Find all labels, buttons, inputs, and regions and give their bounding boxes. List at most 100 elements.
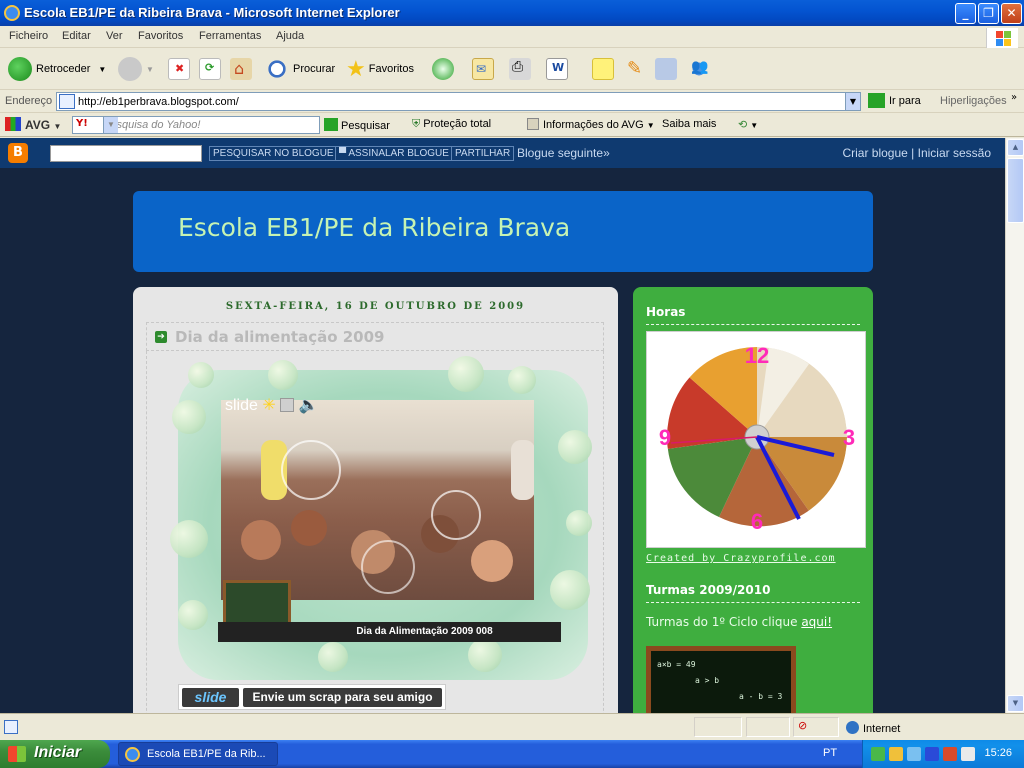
back-label: Retroceder (36, 63, 91, 75)
stop-button[interactable]: ✖ (168, 58, 190, 80)
clock-time[interactable]: 15:26 (984, 747, 1012, 759)
system-tray: 15:26 (862, 740, 1024, 768)
search-button[interactable]: Procurar (265, 55, 335, 83)
protection-button[interactable]: ⛨ Proteção total (412, 118, 491, 131)
messenger-button[interactable]: 👥 (688, 58, 710, 80)
flag-blog-button[interactable]: ▀ ASSINALAR BLOGUE (335, 146, 453, 161)
search-blog-button[interactable]: PESQUISAR NO BLOGUE (209, 146, 338, 161)
create-blog-link[interactable]: Criar blogue (842, 146, 907, 160)
language-indicator[interactable]: PT (823, 747, 837, 759)
post-title[interactable]: Dia da alimentação 2009 (175, 328, 385, 346)
menu-favorites[interactable]: Favoritos (138, 30, 183, 42)
bubble-decoration (448, 356, 484, 392)
tray-avg-icon[interactable] (889, 747, 903, 761)
avg-extra-button[interactable]: ⟲ ▼ (738, 118, 758, 131)
start-button[interactable]: Iniciar (0, 740, 110, 768)
chalkboard-image[interactable]: a×b = 49 a > b a - b = 3 (646, 646, 796, 713)
slide-photo[interactable] (221, 400, 534, 600)
scroll-thumb[interactable] (1007, 158, 1024, 223)
menu-view[interactable]: Ver (106, 30, 123, 42)
back-button[interactable]: Retroceder ▼ (8, 55, 106, 83)
history-button[interactable] (432, 58, 454, 80)
page-icon (59, 94, 75, 109)
address-field[interactable]: http://eb1perbrava.blogspot.com/ ▼ (56, 92, 861, 111)
scrap-widget: slide Envie um scrap para seu amigo (178, 684, 446, 710)
task-label: Escola EB1/PE da Rib... (147, 748, 266, 760)
forward-arrow-icon (118, 57, 142, 81)
search-go-icon (324, 118, 338, 131)
address-label: Endereço (5, 95, 53, 107)
yahoo-dropdown-icon[interactable]: ▼ (103, 117, 118, 133)
address-url[interactable]: http://eb1perbrava.blogspot.com/ (78, 96, 239, 108)
menu-tools[interactable]: Ferramentas (199, 30, 261, 42)
learn-more-link[interactable]: Saiba mais (662, 118, 716, 130)
sign-in-link[interactable]: Iniciar sessão (918, 146, 991, 160)
avg-menu[interactable]: AVG ▼ (5, 117, 61, 132)
slideshow-widget[interactable]: slide ✳ 🔈 Dia da Alimentação 2009 008 (170, 356, 592, 680)
share-button[interactable]: PARTILHAR (451, 146, 515, 161)
send-scrap-button[interactable]: Envie um scrap para seu amigo (243, 688, 442, 707)
minimize-button[interactable]: _ (955, 3, 976, 24)
go-button[interactable]: Ir para (868, 93, 921, 108)
menu-help[interactable]: Ajuda (276, 30, 304, 42)
edit-pen-button[interactable]: ✎ (624, 58, 646, 80)
post-date: SEXTA-FEIRA, 16 DE OUTUBRO DE 2009 (225, 301, 526, 312)
favorites-button[interactable]: ★ Favoritos (346, 55, 414, 83)
close-button[interactable]: ✕ (1001, 3, 1022, 24)
mail-button[interactable]: ✉ (472, 58, 494, 80)
yahoo-search-button[interactable]: Pesquisar (324, 118, 390, 132)
forward-button[interactable]: ▼ (118, 55, 154, 83)
bubble-decoration (178, 600, 208, 630)
refresh-button[interactable]: ⟳ (199, 58, 221, 80)
messenger-icon: 👥 (691, 59, 709, 75)
home-button[interactable]: ⌂ (230, 58, 252, 80)
clock-widget[interactable]: 12 3 6 9 (646, 331, 866, 548)
blog-search-input[interactable] (50, 145, 202, 162)
scroll-down-icon[interactable]: ▼ (1007, 695, 1024, 712)
tray-msn-icon[interactable] (907, 747, 921, 761)
research-button[interactable] (655, 58, 677, 80)
notes-button[interactable] (592, 58, 614, 80)
address-dropdown-icon[interactable]: ▼ (845, 93, 860, 110)
tray-shield-icon[interactable] (943, 747, 957, 761)
links-toolbar[interactable]: Hiperligações (940, 95, 1007, 107)
taskbar-ie-window[interactable]: Escola EB1/PE da Rib... (118, 742, 278, 766)
user-icon[interactable] (280, 398, 295, 412)
chalk-line: a×b = 49 (657, 660, 696, 669)
tray-star-icon[interactable] (925, 747, 939, 761)
slide-brand[interactable]: slide ✳ 🔈 (225, 395, 319, 415)
bubble-decoration (268, 360, 298, 390)
blogger-icon[interactable] (8, 143, 28, 163)
menu-file[interactable]: Ficheiro (9, 30, 48, 42)
tray-network-icon[interactable] (871, 747, 885, 761)
maximize-button[interactable]: ❐ (978, 3, 999, 24)
avg-info-button[interactable]: Informações do AVG ▼ (527, 118, 655, 131)
word-button[interactable]: W (546, 58, 568, 80)
security-zone[interactable]: Internet (846, 721, 900, 735)
ie-window: Escola EB1/PE da Ribeira Brava - Microso… (0, 0, 1024, 740)
created-by-link[interactable]: Created by Crazyprofile.com (646, 553, 836, 564)
menu-edit[interactable]: Editar (62, 30, 91, 42)
classes-link[interactable]: aqui! (801, 615, 832, 629)
tray-volume-icon[interactable] (961, 747, 975, 761)
main-column: SEXTA-FEIRA, 16 DE OUTUBRO DE 2009 ➔ Dia… (133, 287, 618, 713)
post-title-box: ➔ Dia da alimentação 2009 (146, 322, 604, 351)
mail-icon: ✉ (476, 62, 487, 76)
title-bar: Escola EB1/PE da Ribeira Brava - Microso… (0, 0, 1024, 26)
print-button[interactable]: ⎙ (509, 58, 531, 80)
scroll-up-icon[interactable]: ▲ (1007, 139, 1024, 156)
bubble-overlay (431, 490, 481, 540)
vertical-scrollbar[interactable]: ▲ ▼ (1005, 138, 1024, 713)
chalk-line: a > b (695, 676, 720, 685)
links-chevron-icon[interactable]: » (1011, 92, 1017, 103)
clock-number-9: 9 (659, 425, 671, 450)
slide-caption: Dia da Alimentação 2009 008 (218, 622, 561, 642)
next-blog-link[interactable]: Blogue seguinte» (517, 146, 610, 160)
slide-logo-button[interactable]: slide (182, 688, 239, 707)
blog-title[interactable]: Escola EB1/PE da Ribeira Brava (178, 213, 570, 242)
speaker-icon[interactable]: 🔈 (299, 397, 319, 414)
yahoo-search-input[interactable]: Y! Pesquisa do Yahoo! ▼ (72, 116, 320, 134)
post-arrow-icon: ➔ (155, 331, 167, 343)
back-dropdown-icon[interactable]: ▼ (98, 65, 106, 74)
popup-blocked-icon[interactable]: ⊘ (798, 719, 807, 732)
